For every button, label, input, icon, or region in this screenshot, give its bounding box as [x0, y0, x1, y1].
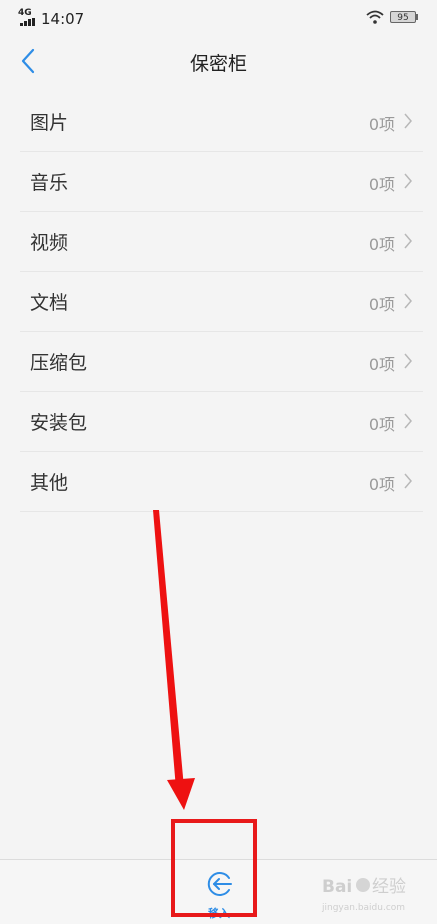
network-type: 4G — [18, 8, 32, 18]
chevron-right-icon — [404, 413, 412, 429]
list-item-label: 压缩包 — [30, 352, 88, 374]
page-title: 保密柜 — [189, 53, 247, 75]
list-item-count: 0项 — [368, 415, 395, 434]
chevron-right-icon — [404, 293, 412, 309]
move-in-button[interactable]: 移入 — [190, 866, 250, 922]
header: 保密柜 — [0, 36, 437, 88]
list-item-label: 其他 — [30, 472, 69, 494]
list-item-label: 安装包 — [30, 412, 88, 434]
battery-tip — [416, 14, 418, 20]
list-item-count: 0项 — [368, 295, 395, 314]
list-item-videos[interactable]: 视频 0项 — [20, 212, 423, 272]
list-item-count: 0项 — [368, 175, 395, 194]
chevron-right-icon — [404, 233, 412, 249]
list-item-music[interactable]: 音乐 0项 — [20, 152, 423, 212]
list-item-label: 音乐 — [30, 172, 69, 194]
list-item-count: 0项 — [368, 355, 395, 374]
list-item-others[interactable]: 其他 0项 — [20, 452, 423, 512]
list-item-count: 0项 — [368, 235, 395, 254]
category-list: 图片 0项 音乐 0项 视频 0项 文档 0项 压缩包 0项 安装包 0项 其他… — [0, 92, 437, 512]
chevron-right-icon — [404, 173, 412, 189]
signal-icon — [20, 18, 35, 26]
list-item-label: 视频 — [30, 232, 69, 254]
chevron-right-icon — [404, 353, 412, 369]
clock: 14:07 — [41, 10, 85, 28]
list-item-installers[interactable]: 安装包 0项 — [20, 392, 423, 452]
chevron-right-icon — [404, 473, 412, 489]
chevron-right-icon — [404, 113, 412, 129]
battery-indicator: 95 — [390, 11, 416, 23]
list-item-count: 0项 — [368, 115, 395, 134]
arrow-in-circle-icon — [207, 872, 232, 896]
list-item-archives[interactable]: 压缩包 0项 — [20, 332, 423, 392]
list-item-pictures[interactable]: 图片 0项 — [20, 92, 423, 152]
list-item-label: 文档 — [30, 292, 69, 314]
list-item-count: 0项 — [368, 475, 395, 494]
wifi-icon — [366, 10, 384, 24]
move-in-label: 移入 — [208, 907, 230, 920]
list-item-documents[interactable]: 文档 0项 — [20, 272, 423, 332]
bottom-toolbar: 移入 — [0, 859, 437, 924]
list-item-label: 图片 — [30, 112, 69, 134]
status-bar: 4G 14:07 95 — [0, 0, 437, 36]
